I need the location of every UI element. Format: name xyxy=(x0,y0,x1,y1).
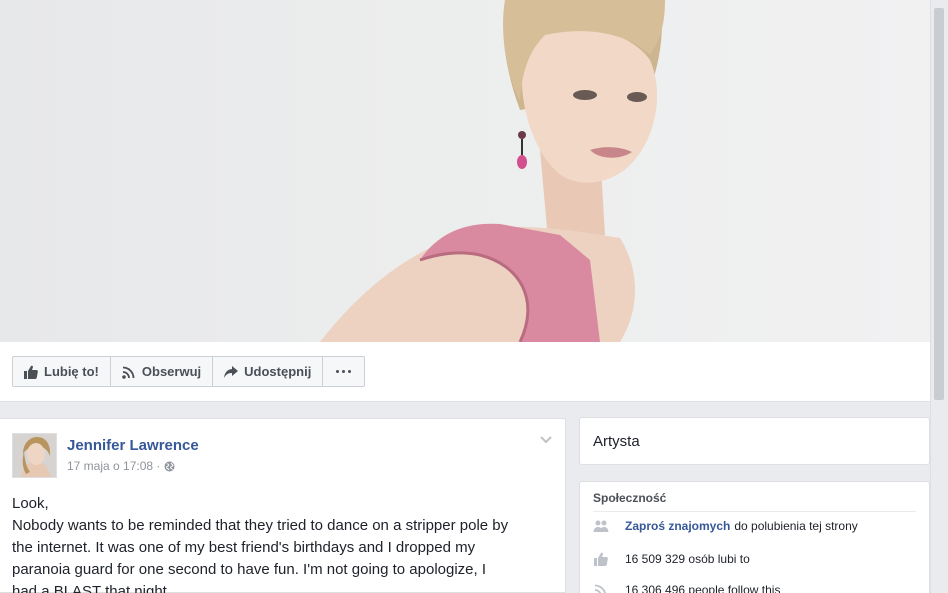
author-avatar[interactable] xyxy=(12,433,57,478)
invite-friends-text: do polubienia tej strony xyxy=(734,519,858,533)
chevron-down-icon[interactable] xyxy=(540,436,552,444)
invite-friends-link[interactable]: Zaproś znajomych xyxy=(625,519,730,533)
thumbs-up-icon xyxy=(594,552,608,566)
page-action-buttons: Lubię to! Obserwuj Udostępnij xyxy=(12,356,366,387)
post-text-line: had a BLAST that night. xyxy=(12,583,172,593)
community-card: Społeczność Zaproś znajomych do polubien… xyxy=(579,481,930,593)
rss-icon xyxy=(122,366,135,379)
globe-icon[interactable] xyxy=(164,461,175,472)
post-author-name[interactable]: Jennifer Lawrence xyxy=(67,437,199,454)
follows-count: 16 306 496 people follow this xyxy=(625,583,781,593)
page-category-card: Artysta xyxy=(579,417,930,465)
share-label: Udostępnij xyxy=(244,364,312,379)
post-text: Look, Nobody wants to be reminded that t… xyxy=(12,493,552,593)
share-arrow-icon xyxy=(224,365,239,378)
follow-label: Obserwuj xyxy=(141,364,202,379)
cover-photo[interactable] xyxy=(0,0,930,342)
follow-button[interactable]: Obserwuj xyxy=(109,356,214,387)
more-options-button[interactable] xyxy=(322,356,366,387)
scrollbar-thumb[interactable] xyxy=(934,8,944,400)
share-button[interactable]: Udostępnij xyxy=(212,356,324,387)
post-text-line: Look, xyxy=(12,495,49,512)
divider xyxy=(593,511,916,512)
page-action-bar: Lubię to! Obserwuj Udostępnij xyxy=(0,342,930,402)
like-label: Lubię to! xyxy=(44,364,99,379)
more-dots-icon xyxy=(336,370,352,373)
post-meta: 17 maja o 17:08 · xyxy=(67,459,175,473)
post-timestamp[interactable]: 17 maja o 17:08 · xyxy=(67,459,160,473)
rss-icon xyxy=(594,584,606,593)
people-icon xyxy=(593,520,609,532)
likes-count: 16 509 329 osób lubi to xyxy=(625,552,750,566)
invite-friends-row: Zaproś znajomych do polubienia tej stron… xyxy=(593,519,858,533)
page-category-label[interactable]: Artysta xyxy=(593,433,640,450)
post-text-line: paranoia guard for one second to have fu… xyxy=(12,561,487,578)
avatar-image xyxy=(13,434,56,477)
thumbs-up-icon xyxy=(24,365,38,379)
like-page-button[interactable]: Lubię to! xyxy=(12,356,111,387)
timeline-post: Jennifer Lawrence 17 maja o 17:08 · Look… xyxy=(0,418,566,593)
cover-portrait-illustration xyxy=(320,0,665,342)
community-title[interactable]: Społeczność xyxy=(593,491,666,505)
post-text-line: the internet. It was one of my best frie… xyxy=(12,539,476,556)
likes-count-row: 16 509 329 osób lubi to xyxy=(593,552,750,566)
post-text-line: Nobody wants to be reminded that they tr… xyxy=(12,517,509,534)
follows-count-row: 16 306 496 people follow this xyxy=(593,583,780,593)
